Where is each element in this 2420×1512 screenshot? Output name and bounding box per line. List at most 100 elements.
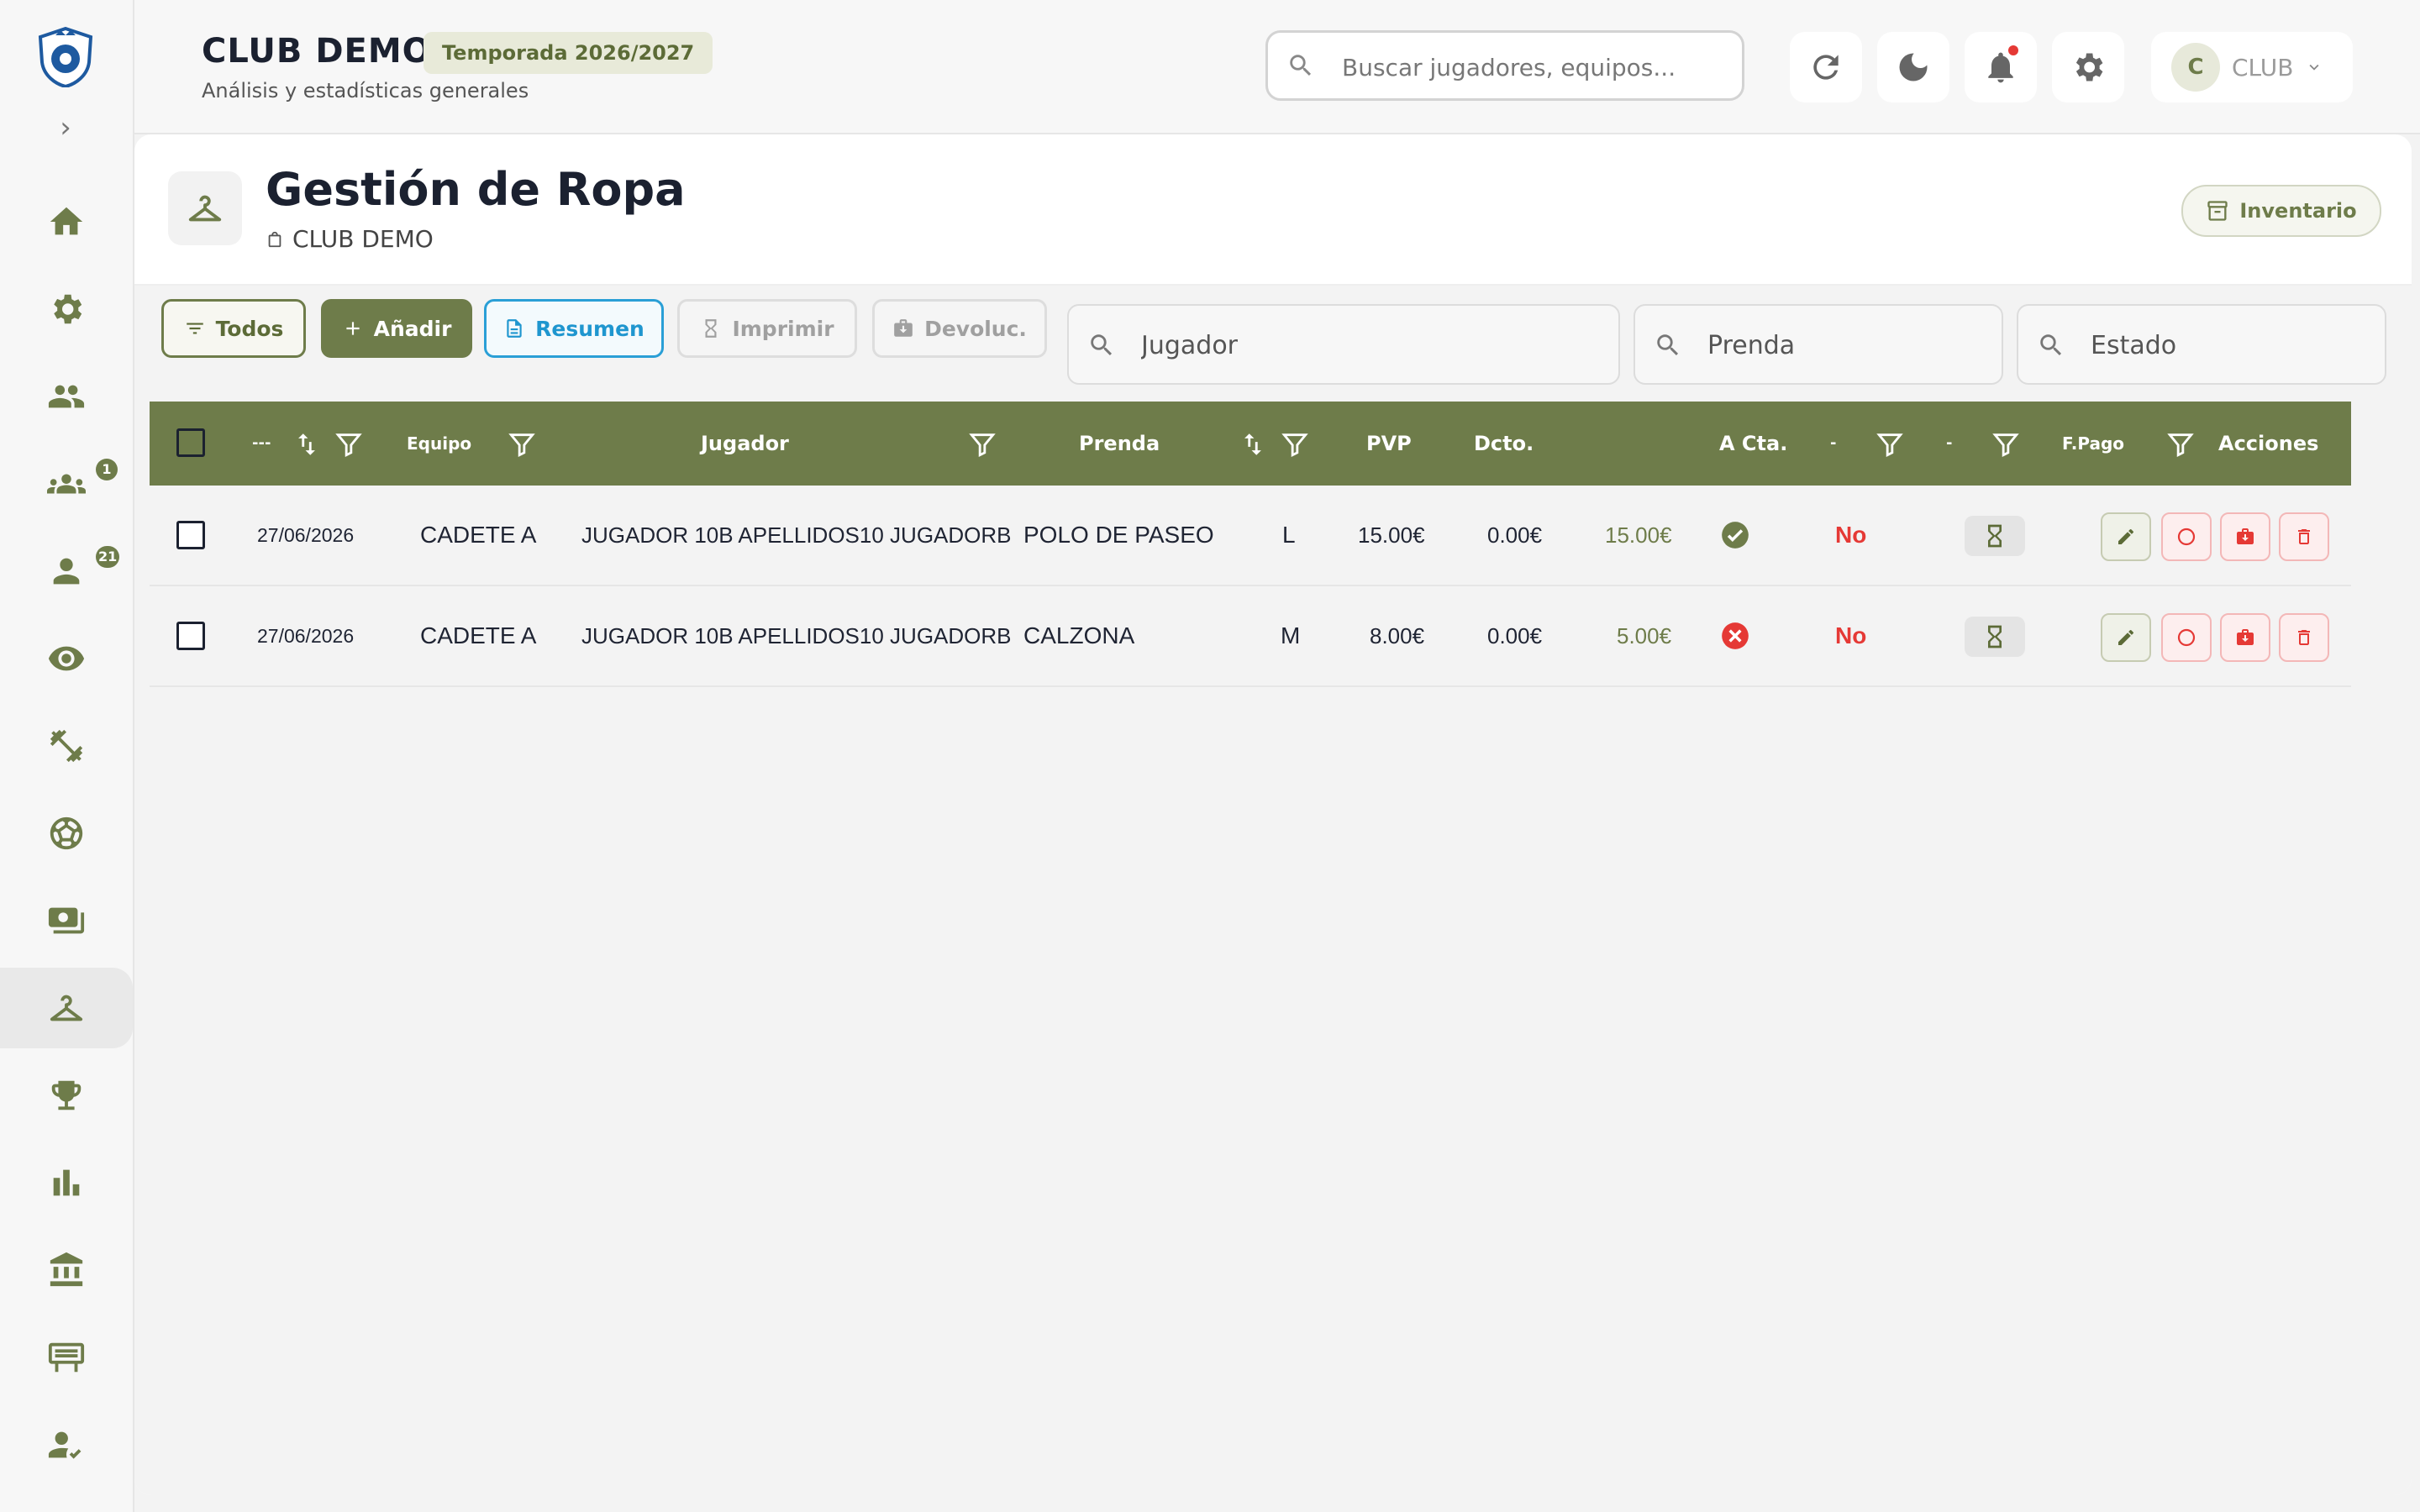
filter-icon[interactable] <box>508 430 536 459</box>
settings-button[interactable] <box>2052 32 2124 102</box>
nav-trophies[interactable] <box>0 1055 133 1136</box>
sort-icon[interactable] <box>292 430 321 459</box>
filter-icon[interactable] <box>2166 430 2195 459</box>
edit-button[interactable] <box>2101 613 2151 662</box>
user-menu[interactable]: C CLUB <box>2151 32 2353 102</box>
player-filter[interactable] <box>1067 304 1620 385</box>
nav-institution[interactable] <box>0 1230 133 1310</box>
filter-all-button[interactable]: Todos <box>161 299 306 358</box>
nav-payments[interactable] <box>0 880 133 961</box>
table-header: --- Equipo Jugador Prenda PVP Dcto. A Ct… <box>150 402 2351 486</box>
col-on-account[interactable]: A Cta. <box>1719 402 1787 486</box>
filter-all-label: Todos <box>215 316 284 341</box>
nav-scouting[interactable] <box>0 618 133 699</box>
pencil-icon <box>2118 629 2134 645</box>
hanger-icon <box>188 195 222 222</box>
cell-discount: 0.00€ <box>1487 522 1543 548</box>
cell-on-account: 5.00€ <box>1617 623 1672 648</box>
return-button[interactable] <box>2220 613 2270 662</box>
edit-button[interactable] <box>2101 512 2151 561</box>
expand-sidebar-icon[interactable]: › <box>50 113 81 143</box>
col-player[interactable]: Jugador <box>701 402 789 486</box>
cell-delivered[interactable]: No <box>1835 586 1866 685</box>
nav-groups[interactable]: 1 <box>0 444 133 524</box>
filter-list-icon <box>186 323 203 334</box>
col-date: --- <box>252 434 271 452</box>
status-filter-input[interactable] <box>2089 328 2370 363</box>
col-payment-method[interactable]: F.Pago <box>2062 402 2124 486</box>
nav-board[interactable] <box>0 1317 133 1398</box>
nav-settings[interactable] <box>0 269 133 349</box>
delete-button[interactable] <box>2279 512 2329 561</box>
refresh-button[interactable] <box>1790 32 1862 102</box>
print-button[interactable]: Imprimir <box>677 299 857 358</box>
col-delivered: - <box>1946 434 1953 452</box>
filter-icon[interactable] <box>1991 430 2020 459</box>
return-button[interactable] <box>2220 512 2270 561</box>
nav-training[interactable] <box>0 706 133 786</box>
nav-people[interactable] <box>0 356 133 437</box>
hourglass-icon <box>705 319 717 338</box>
print-label: Imprimir <box>732 316 834 341</box>
club-logo[interactable] <box>37 26 94 89</box>
people-icon <box>48 385 85 408</box>
filter-icon[interactable] <box>1876 430 1904 459</box>
global-search[interactable] <box>1265 30 1744 101</box>
cell-player: JUGADOR 10B APELLIDOS10 JUGADORB <box>581 522 1012 548</box>
status-filter[interactable] <box>2017 304 2386 385</box>
add-button[interactable]: Añadir <box>321 299 472 358</box>
returns-button[interactable]: Devoluc. <box>872 299 1047 358</box>
garment-filter[interactable] <box>1634 304 2003 385</box>
row-checkbox[interactable] <box>176 521 205 549</box>
cell-delivered[interactable]: No <box>1835 486 1866 585</box>
season-badge[interactable]: Temporada 2026/2027 <box>424 32 713 74</box>
cell-size: L <box>1282 522 1296 548</box>
cell-player: JUGADOR 10B APELLIDOS10 JUGADORB <box>581 623 1012 648</box>
cell-discount: 0.00€ <box>1487 623 1543 648</box>
filter-icon[interactable] <box>968 430 997 459</box>
player-filter-input[interactable] <box>1139 328 1597 363</box>
payment-method-button[interactable] <box>1965 516 2025 556</box>
nav-player[interactable]: 21 <box>0 531 133 612</box>
table-row[interactable]: 27/06/2026 CADETE A JUGADOR 10B APELLIDO… <box>150 586 2351 687</box>
col-garment[interactable]: Prenda <box>1079 402 1160 486</box>
nav-attendance[interactable] <box>0 1404 133 1485</box>
search-icon <box>1290 55 1312 76</box>
summary-button[interactable]: Resumen <box>484 299 664 358</box>
nav-clothing[interactable] <box>0 968 133 1048</box>
filter-icon[interactable] <box>334 430 363 459</box>
status-toggle-button[interactable] <box>2161 613 2212 662</box>
garment-filter-input[interactable] <box>1706 328 1986 363</box>
sort-icon[interactable] <box>1239 430 1267 459</box>
person-check-icon <box>48 1431 82 1459</box>
check-circle-icon[interactable] <box>1719 519 1751 551</box>
cell-garment: CALZONA <box>1023 622 1135 648</box>
player-badge: 21 <box>96 546 120 568</box>
col-actions: Acciones <box>2218 432 2319 455</box>
table-row[interactable]: 27/06/2026 CADETE A JUGADOR 10B APELLIDO… <box>150 486 2351 586</box>
nav-home[interactable] <box>0 181 133 262</box>
moon-icon <box>1899 53 1928 81</box>
col-pvp[interactable]: PVP <box>1366 402 1412 486</box>
row-checkbox[interactable] <box>176 622 205 650</box>
nav-stats[interactable] <box>0 1142 133 1223</box>
select-all-checkbox[interactable] <box>176 428 205 457</box>
global-search-input[interactable] <box>1340 48 1730 87</box>
dark-mode-button[interactable] <box>1877 32 1949 102</box>
cell-date: 27/06/2026 <box>257 524 355 546</box>
bar-chart-icon <box>53 1169 80 1196</box>
status-toggle-button[interactable] <box>2161 512 2212 561</box>
trash-icon <box>2298 630 2310 645</box>
notifications-button[interactable] <box>1965 32 2037 102</box>
filter-icon[interactable] <box>1281 430 1309 459</box>
cross-circle-icon[interactable] <box>1719 620 1751 652</box>
search-icon <box>1657 334 1679 356</box>
nav-matches[interactable] <box>0 793 133 874</box>
payment-method-button[interactable] <box>1965 617 2025 657</box>
delete-button[interactable] <box>2279 613 2329 662</box>
col-team[interactable]: Equipo <box>407 402 471 486</box>
inventory-button[interactable]: Inventario <box>2181 185 2381 237</box>
col-discount[interactable]: Dcto. <box>1474 402 1534 486</box>
page-title: Gestión de Ropa <box>266 163 686 216</box>
cell-date: 27/06/2026 <box>257 625 355 647</box>
